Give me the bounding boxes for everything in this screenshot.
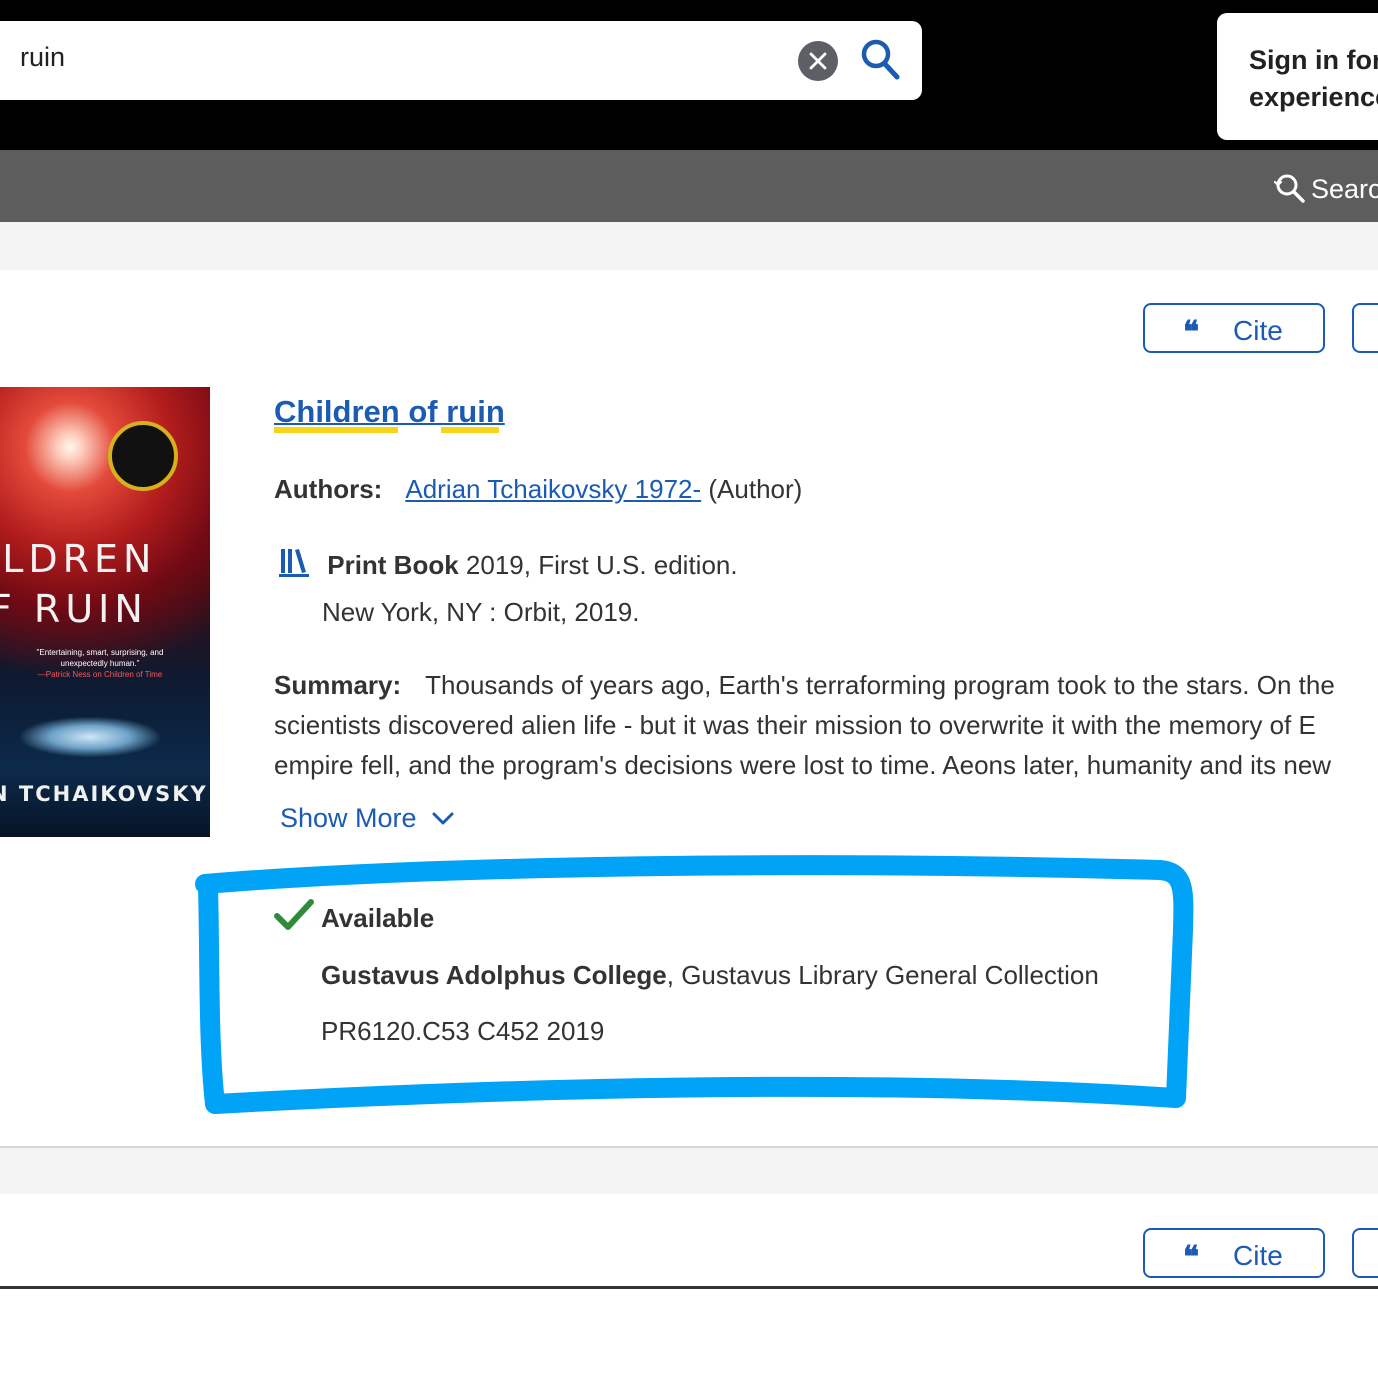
cover-quote-source: —Patrick Ness on Children of Time	[37, 670, 163, 679]
search-input-value[interactable]: ruin	[20, 42, 65, 73]
cover-title-line-2: F RUIN	[0, 587, 148, 631]
authors-row: Authors: Adrian Tchaikovsky 1972- (Autho…	[274, 474, 802, 505]
call-number: PR6120.C53 C452 2019	[321, 1016, 605, 1046]
result-title-link[interactable]: Children of ruin	[274, 394, 505, 430]
search-input[interactable]	[0, 21, 922, 100]
more-actions-button[interactable]	[1352, 1228, 1378, 1278]
library-name: Gustavus Adolphus College	[321, 960, 667, 990]
advanced-search-link[interactable]: Search	[1273, 172, 1378, 206]
book-cover-image[interactable]: ILDREN F RUIN "Entertaining, smart, surp…	[0, 387, 210, 837]
summary-label: Summary:	[274, 670, 402, 700]
quote-icon: ❝	[1183, 1240, 1200, 1275]
signin-line-2: experience	[1249, 82, 1378, 112]
cover-quote-text: "Entertaining, smart, surprising, and un…	[36, 648, 164, 668]
cover-quote: "Entertaining, smart, surprising, and un…	[25, 647, 175, 680]
cover-title-line-1: ILDREN	[0, 537, 157, 581]
show-more-label: Show More	[280, 803, 417, 833]
clear-search-button[interactable]	[798, 41, 838, 81]
award-badge-icon	[108, 421, 178, 491]
cite-button[interactable]: ❝ Cite	[1143, 1228, 1325, 1278]
chevron-down-icon	[432, 812, 454, 824]
search-icon	[861, 39, 900, 80]
summary-line-2: scientists discovered alien life - but i…	[274, 710, 1316, 740]
more-actions-button[interactable]	[1352, 303, 1378, 353]
search-history-icon	[1273, 174, 1305, 203]
quote-icon: ❝	[1183, 315, 1200, 350]
results-gap	[0, 222, 1378, 270]
summary-line-1: Summary: Thousands of years ago, Earth's…	[274, 670, 1335, 701]
authors-label: Authors:	[274, 474, 383, 504]
signin-line-1: Sign in for	[1249, 45, 1378, 75]
cover-spaceship-art	[20, 717, 160, 757]
close-icon	[809, 52, 827, 70]
books-icon	[279, 549, 309, 577]
format-row: Print Book 2019, First U.S. edition.	[278, 546, 738, 581]
secondary-nav-bar	[0, 150, 1378, 222]
format-detail: 2019, First U.S. edition.	[465, 550, 738, 580]
signin-text[interactable]: Sign in for experience	[1249, 42, 1378, 116]
author-link[interactable]: Adrian Tchaikovsky 1972-	[405, 474, 701, 504]
cite-button[interactable]: ❝ Cite	[1143, 303, 1325, 353]
subbar-search-label: Search	[1311, 173, 1378, 204]
summary-text: Thousands of years ago, Earth's terrafor…	[425, 670, 1335, 700]
summary-line-3: empire fell, and the program's decisions…	[274, 750, 1332, 780]
availability-status: Available	[321, 903, 435, 933]
format-label: Print Book	[327, 550, 459, 580]
cite-label: Cite	[1233, 315, 1283, 346]
publisher: New York, NY : Orbit, 2019.	[322, 597, 640, 627]
search-button[interactable]	[860, 38, 902, 82]
show-more-button[interactable]: Show More	[280, 803, 455, 834]
cite-label: Cite	[1233, 1240, 1283, 1271]
collection-name: , Gustavus Library General Collection	[666, 960, 1099, 990]
holding-location: Gustavus Adolphus College, Gustavus Libr…	[321, 960, 1099, 991]
results-gap	[0, 1148, 1378, 1194]
checkmark-icon	[274, 899, 314, 930]
author-role: (Author)	[708, 474, 803, 504]
cover-author: N TCHAIKOVSKY	[0, 782, 208, 806]
